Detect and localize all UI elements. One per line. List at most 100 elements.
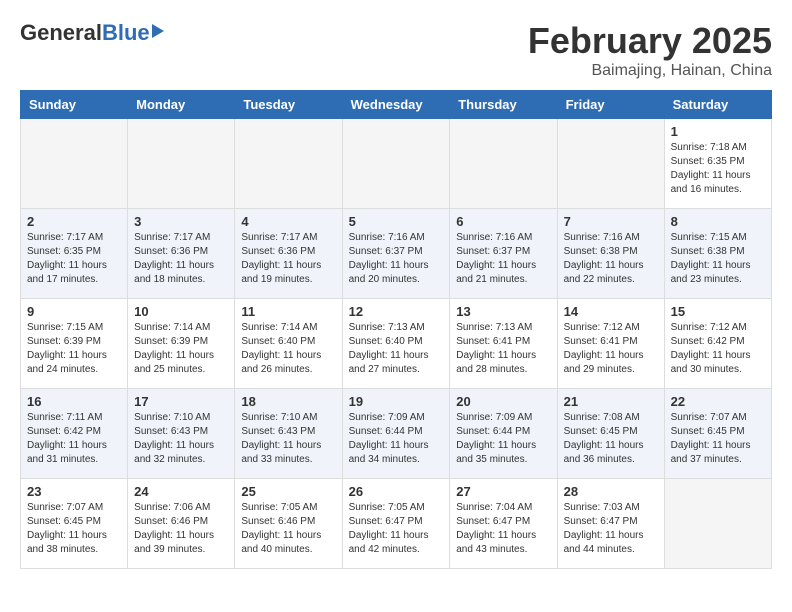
calendar-header-cell: Thursday [450,91,557,119]
table-row: 4 Sunrise: 7:17 AM Sunset: 6:36 PM Daylig… [235,209,342,299]
day-info: Sunrise: 7:03 AM Sunset: 6:47 PM Dayligh… [564,501,658,557]
table-row: 27Sunrise: 7:04 AM Sunset: 6:47 PM Dayli… [450,479,557,569]
day-info: Sunrise: 7:12 AM Sunset: 6:41 PM Dayligh… [564,321,658,377]
table-row [664,479,771,569]
day-info: Sunrise: 7:17 AM Sunset: 6:36 PM Dayligh… [241,231,335,287]
calendar-header-cell: Saturday [664,91,771,119]
table-row: 26 Sunrise: 7:05 AM Sunset: 6:47 PM Dayli… [342,479,450,569]
day-number: 14 [564,304,658,319]
table-row [21,119,128,209]
day-number: 24 [134,484,228,499]
table-row: 14 Sunrise: 7:12 AM Sunset: 6:41 PM Dayli… [557,299,664,389]
table-row [450,119,557,209]
day-number: 15 [671,304,765,319]
calendar-header-cell: Friday [557,91,664,119]
day-info: Sunrise: 7:17 AM Sunset: 6:35 PM Dayligh… [27,231,121,287]
calendar-week-row: 1 Sunrise: 7:18 AM Sunset: 6:35 PM Daylig… [21,119,772,209]
day-info: Sunrise: 7:10 AM Sunset: 6:43 PM Dayligh… [241,411,335,467]
logo-blue-text: Blue [102,20,150,46]
day-number: 3 [134,214,228,229]
calendar-week-row: 23 Sunrise: 7:07 AM Sunset: 6:45 PM Dayli… [21,479,772,569]
day-info: Sunrise: 7:18 AM Sunset: 6:35 PM Dayligh… [671,141,765,197]
table-row: 23 Sunrise: 7:07 AM Sunset: 6:45 PM Dayli… [21,479,128,569]
logo: General Blue [20,20,164,46]
day-number: 26 [349,484,444,499]
calendar-header-cell: Sunday [21,91,128,119]
table-row: 5 Sunrise: 7:16 AM Sunset: 6:37 PM Daylig… [342,209,450,299]
day-number: 8 [671,214,765,229]
day-info: Sunrise: 7:14 AM Sunset: 6:40 PM Dayligh… [241,321,335,377]
day-info: Sunrise: 7:09 AM Sunset: 6:44 PM Dayligh… [349,411,444,467]
calendar-header-cell: Tuesday [235,91,342,119]
day-number: 16 [27,394,121,409]
day-info: Sunrise: 7:16 AM Sunset: 6:37 PM Dayligh… [456,231,550,287]
table-row [128,119,235,209]
table-row: 2 Sunrise: 7:17 AM Sunset: 6:35 PM Daylig… [21,209,128,299]
table-row: 28Sunrise: 7:03 AM Sunset: 6:47 PM Dayli… [557,479,664,569]
table-row: 15Sunrise: 7:12 AM Sunset: 6:42 PM Dayli… [664,299,771,389]
month-title: February 2025 [528,20,772,62]
table-row: 13 Sunrise: 7:13 AM Sunset: 6:41 PM Dayli… [450,299,557,389]
table-row: 11 Sunrise: 7:14 AM Sunset: 6:40 PM Dayli… [235,299,342,389]
day-info: Sunrise: 7:15 AM Sunset: 6:39 PM Dayligh… [27,321,121,377]
day-number: 4 [241,214,335,229]
title-block: February 2025 Baimajing, Hainan, China [528,20,772,80]
day-number: 13 [456,304,550,319]
table-row [342,119,450,209]
day-number: 9 [27,304,121,319]
table-row: 6Sunrise: 7:16 AM Sunset: 6:37 PM Daylig… [450,209,557,299]
day-number: 25 [241,484,335,499]
table-row: 24 Sunrise: 7:06 AM Sunset: 6:46 PM Dayli… [128,479,235,569]
day-info: Sunrise: 7:09 AM Sunset: 6:44 PM Dayligh… [456,411,550,467]
table-row: 22Sunrise: 7:07 AM Sunset: 6:45 PM Dayli… [664,389,771,479]
table-row [557,119,664,209]
day-number: 5 [349,214,444,229]
table-row: 3 Sunrise: 7:17 AM Sunset: 6:36 PM Daylig… [128,209,235,299]
calendar-week-row: 16 Sunrise: 7:11 AM Sunset: 6:42 PM Dayli… [21,389,772,479]
day-info: Sunrise: 7:16 AM Sunset: 6:37 PM Dayligh… [349,231,444,287]
calendar-table: SundayMondayTuesdayWednesdayThursdayFrid… [20,90,772,569]
day-number: 10 [134,304,228,319]
location-text: Baimajing, Hainan, China [528,62,772,80]
table-row: 1 Sunrise: 7:18 AM Sunset: 6:35 PM Daylig… [664,119,771,209]
calendar-body: 1 Sunrise: 7:18 AM Sunset: 6:35 PM Daylig… [21,119,772,569]
day-number: 1 [671,124,765,139]
day-info: Sunrise: 7:16 AM Sunset: 6:38 PM Dayligh… [564,231,658,287]
day-number: 18 [241,394,335,409]
table-row: 17Sunrise: 7:10 AM Sunset: 6:43 PM Dayli… [128,389,235,479]
day-number: 20 [456,394,550,409]
calendar-week-row: 9 Sunrise: 7:15 AM Sunset: 6:39 PM Daylig… [21,299,772,389]
day-number: 11 [241,304,335,319]
day-info: Sunrise: 7:14 AM Sunset: 6:39 PM Dayligh… [134,321,228,377]
day-info: Sunrise: 7:07 AM Sunset: 6:45 PM Dayligh… [27,501,121,557]
logo-arrow-icon [152,24,164,38]
day-number: 19 [349,394,444,409]
table-row: 8Sunrise: 7:15 AM Sunset: 6:38 PM Daylig… [664,209,771,299]
day-number: 12 [349,304,444,319]
day-info: Sunrise: 7:07 AM Sunset: 6:45 PM Dayligh… [671,411,765,467]
day-number: 17 [134,394,228,409]
calendar-header-cell: Monday [128,91,235,119]
day-number: 7 [564,214,658,229]
table-row: 25 Sunrise: 7:05 AM Sunset: 6:46 PM Dayli… [235,479,342,569]
day-info: Sunrise: 7:06 AM Sunset: 6:46 PM Dayligh… [134,501,228,557]
day-number: 27 [456,484,550,499]
day-info: Sunrise: 7:13 AM Sunset: 6:41 PM Dayligh… [456,321,550,377]
day-info: Sunrise: 7:11 AM Sunset: 6:42 PM Dayligh… [27,411,121,467]
table-row: 18 Sunrise: 7:10 AM Sunset: 6:43 PM Dayli… [235,389,342,479]
table-row: 19 Sunrise: 7:09 AM Sunset: 6:44 PM Dayli… [342,389,450,479]
table-row: 21Sunrise: 7:08 AM Sunset: 6:45 PM Dayli… [557,389,664,479]
table-row [235,119,342,209]
day-number: 23 [27,484,121,499]
table-row: 16 Sunrise: 7:11 AM Sunset: 6:42 PM Dayli… [21,389,128,479]
day-info: Sunrise: 7:17 AM Sunset: 6:36 PM Dayligh… [134,231,228,287]
table-row: 7 Sunrise: 7:16 AM Sunset: 6:38 PM Daylig… [557,209,664,299]
day-info: Sunrise: 7:05 AM Sunset: 6:46 PM Dayligh… [241,501,335,557]
table-row: 12Sunrise: 7:13 AM Sunset: 6:40 PM Dayli… [342,299,450,389]
day-info: Sunrise: 7:05 AM Sunset: 6:47 PM Dayligh… [349,501,444,557]
table-row: 10 Sunrise: 7:14 AM Sunset: 6:39 PM Dayli… [128,299,235,389]
logo-general-text: General [20,20,102,46]
day-number: 2 [27,214,121,229]
table-row: 20 Sunrise: 7:09 AM Sunset: 6:44 PM Dayli… [450,389,557,479]
calendar-header-cell: Wednesday [342,91,450,119]
